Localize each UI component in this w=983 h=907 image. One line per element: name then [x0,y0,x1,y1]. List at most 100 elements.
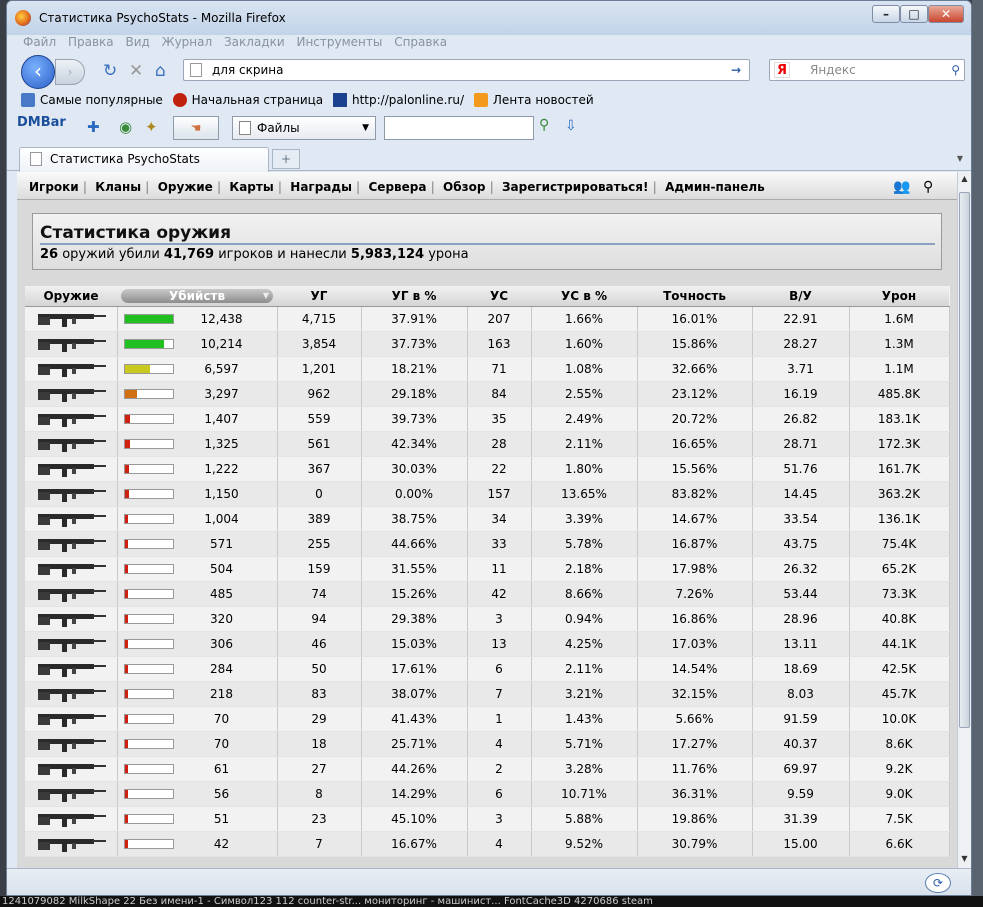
new-tab-button[interactable]: + [272,149,300,169]
nav-players[interactable]: Игроки [29,180,79,194]
accuracy-cell: 23.12% [637,381,753,407]
back-button[interactable]: ‹ [21,55,55,89]
nav-weapons[interactable]: Оружие [158,180,213,194]
weapon-image[interactable] [25,506,118,532]
status-addon-icon[interactable]: ⟳ [925,873,951,893]
go-arrow-icon[interactable]: → [731,60,741,80]
weapon-image[interactable] [25,331,118,357]
search-icon[interactable]: ⚲ [923,172,933,202]
tab-psychostats[interactable]: Статистика PsychoStats [19,147,269,172]
weapon-image[interactable] [25,406,118,432]
globe-icon[interactable]: ◉ [119,118,132,136]
col-headshots[interactable]: УГ [277,286,361,307]
weapon-image[interactable] [25,581,118,607]
col-headshots-pct[interactable]: УГ в % [361,286,467,307]
headshots-pct-cell: 39.73% [361,406,468,432]
minimize-button[interactable]: – [872,5,900,23]
weapon-image[interactable] [25,706,118,732]
col-damage[interactable]: Урон [849,286,949,307]
weapon-image[interactable] [25,656,118,682]
menu-bookmarks[interactable]: Закладки [224,35,285,49]
col-kills[interactable]: Убийств ▼ [117,286,277,307]
col-team-kills[interactable]: УС [467,286,531,307]
col-weapon[interactable]: Оружие [25,286,117,307]
weapon-image[interactable] [25,531,118,557]
scroll-up-icon[interactable]: ▲ [959,174,970,186]
table-row: 51 23 45.10% 3 5.88% 19.86% 31.39 7.5K [25,806,950,832]
bookmark-news-feed[interactable]: Лента новостей [473,93,594,107]
nav-register[interactable]: Зарегистрироваться! [502,180,648,194]
col-shots-per-kill[interactable]: В/У [752,286,849,307]
weapon-image[interactable] [25,756,118,782]
bookmark-start-page[interactable]: Начальная страница [172,93,323,107]
team-kills-cell: 33 [467,531,532,557]
nav-awards[interactable]: Награды [290,180,352,194]
tools-icon[interactable]: ✦ [145,118,158,136]
weapon-image[interactable] [25,431,118,457]
kills-bar [123,539,174,549]
accuracy-cell: 16.65% [637,431,753,457]
reload-icon[interactable]: ↻ [103,61,117,81]
vertical-scrollbar[interactable]: ▲ ▼ [957,172,971,868]
nav-maps[interactable]: Карты [229,180,273,194]
menu-help[interactable]: Справка [394,35,447,49]
add-icon[interactable]: ✚ [87,118,100,136]
stop-icon[interactable]: ✕ [129,61,143,81]
weapon-image[interactable] [25,381,118,407]
headshots-cell: 50 [277,656,362,682]
col-accuracy[interactable]: Точность [637,286,752,307]
col-team-kills-pct[interactable]: УС в % [531,286,637,307]
kills-cell: 51 [117,806,278,832]
menu-edit[interactable]: Правка [68,35,114,49]
weapon-image[interactable] [25,456,118,482]
team-kills-pct-cell: 1.80% [531,456,638,482]
menu-file[interactable]: Файл [23,35,56,49]
team-kills-pct-cell: 13.65% [531,481,638,507]
search-box[interactable]: Я Яндекс ⚲ [769,59,965,81]
nav-clans[interactable]: Кланы [95,180,141,194]
weapon-image[interactable] [25,481,118,507]
maximize-button[interactable]: □ [900,5,928,23]
dmbar-logo[interactable]: DMBar [17,115,66,130]
address-value: для скрина [212,63,284,77]
weapon-image[interactable] [25,631,118,657]
team-kills-cell: 22 [467,456,532,482]
menu-tools[interactable]: Инструменты [296,35,382,49]
bookmark-palonline[interactable]: http://palonline.ru/ [333,93,464,107]
weapon-icon [37,663,106,677]
scroll-thumb[interactable] [959,192,970,728]
files-dropdown[interactable]: Файлы ▼ [232,116,376,140]
weapon-image[interactable] [25,306,118,332]
weapon-image[interactable] [25,556,118,582]
menu-history[interactable]: Журнал [162,35,213,49]
team-kills-cell: 11 [467,556,532,582]
home-icon[interactable]: ⌂ [155,61,166,81]
weapon-image[interactable] [25,781,118,807]
forward-button[interactable]: › [55,59,85,85]
magnifier-icon[interactable]: ⚲ [539,117,549,133]
weapon-image[interactable] [25,806,118,832]
weapon-image[interactable] [25,831,118,857]
download-icon[interactable]: ⇩ [565,118,577,134]
headshots-pct-cell: 44.66% [361,531,468,557]
yandex-logo-icon[interactable]: Я [774,62,790,78]
address-bar[interactable]: для скрина → [183,59,750,81]
users-icon[interactable]: 👥 [893,172,910,202]
dmbar-search-input[interactable] [384,116,534,140]
search-icon[interactable]: ⚲ [951,60,960,80]
weapon-image[interactable] [25,681,118,707]
weapon-image[interactable] [25,356,118,382]
menu-view[interactable]: Вид [125,35,149,49]
scroll-down-icon[interactable]: ▼ [959,854,970,866]
bookmark-most-visited[interactable]: Самые популярные [21,93,163,107]
nav-overview[interactable]: Обзор [443,180,485,194]
weapon-image[interactable] [25,606,118,632]
nav-admin[interactable]: Админ-панель [665,180,765,194]
dmbar-toolbar: DMBar ✚ ◉ ✦ ☚ Файлы ▼ ⚲ ⇩ [7,113,971,143]
hand-button[interactable]: ☚ [173,116,219,140]
team-kills-cell: 163 [467,331,532,357]
nav-servers[interactable]: Сервера [369,180,427,194]
tab-list-icon[interactable]: ▼ [953,150,967,168]
weapon-image[interactable] [25,731,118,757]
close-button[interactable]: ✕ [928,5,964,23]
